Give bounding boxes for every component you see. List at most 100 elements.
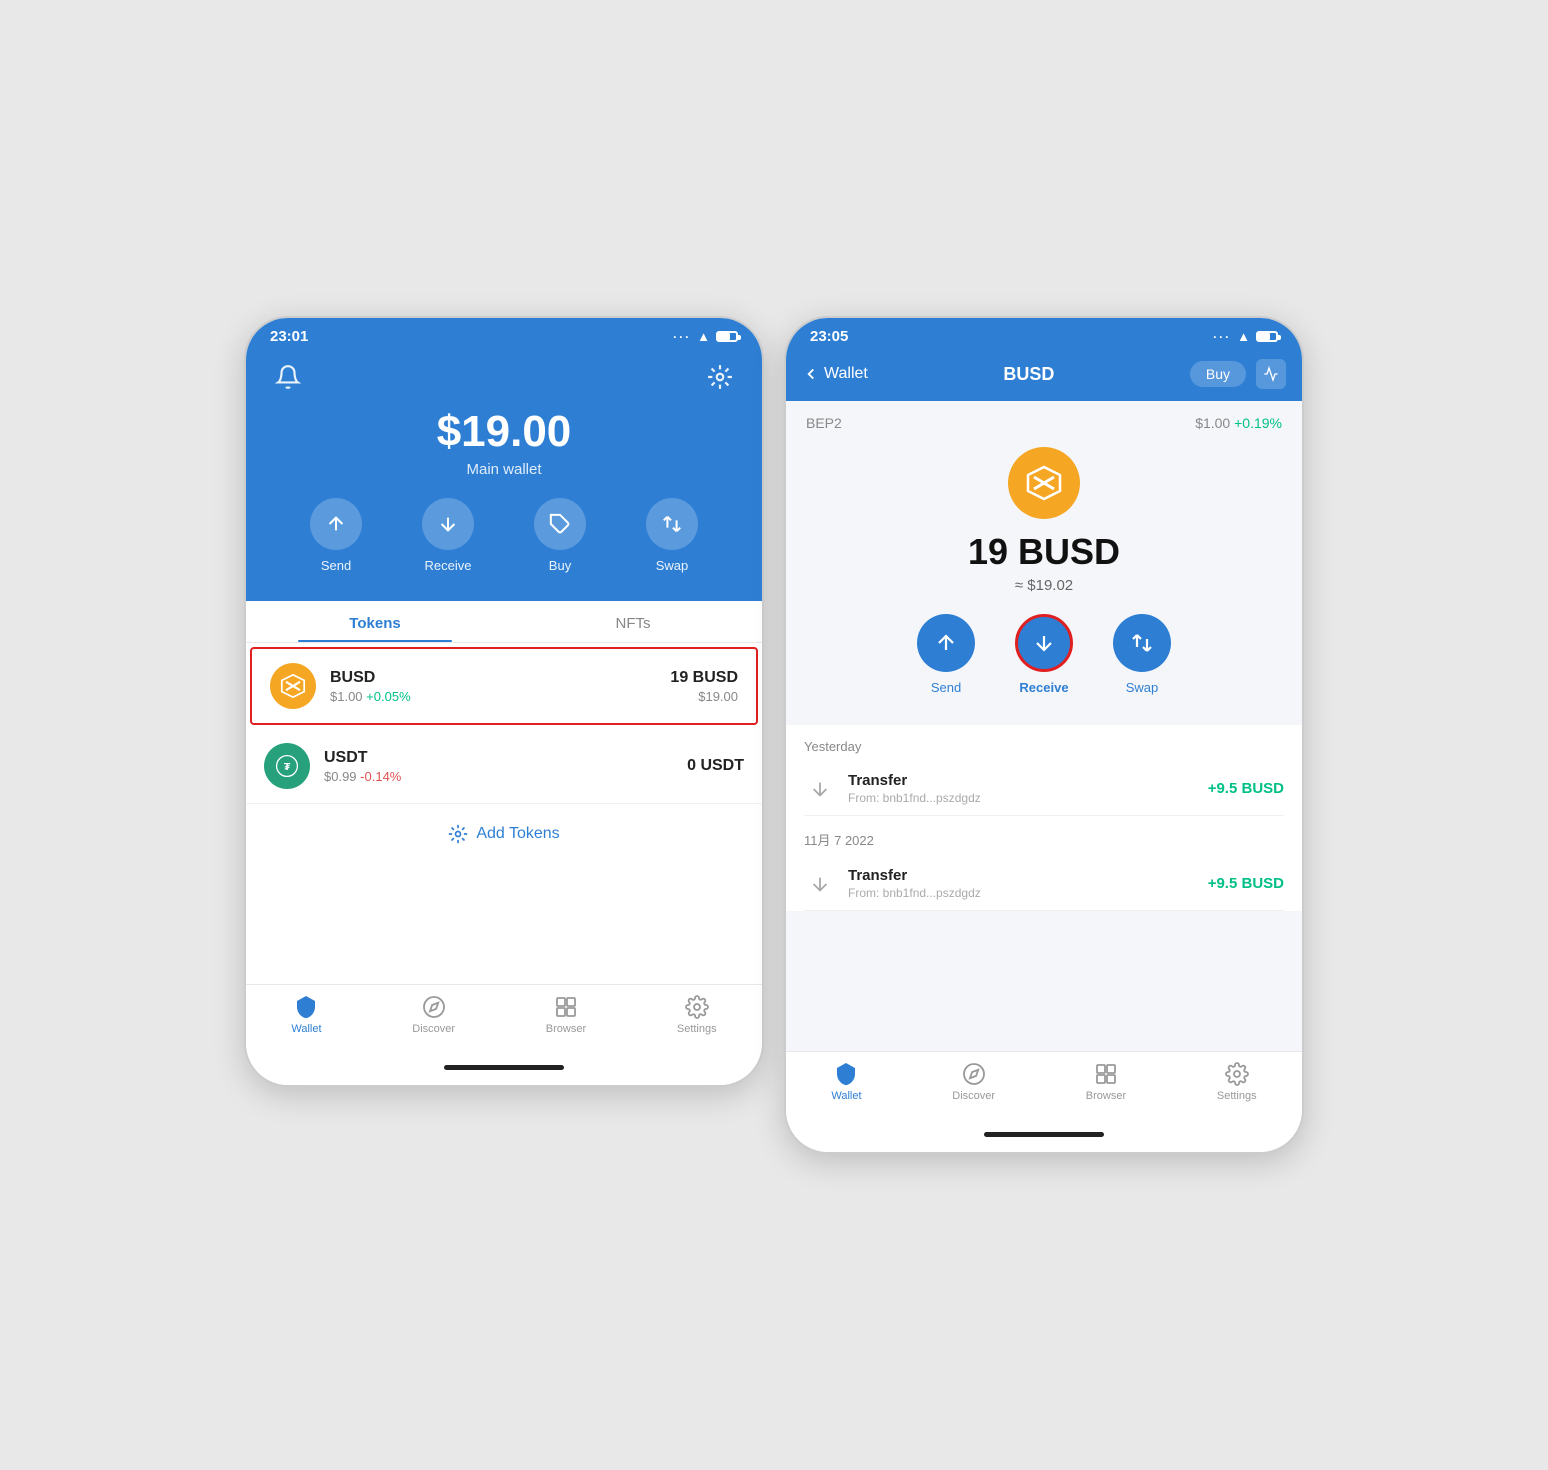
- tx-from-1: From: bnb1fnd...pszdgdz: [848, 791, 1196, 805]
- tab-tokens[interactable]: Tokens: [246, 601, 504, 642]
- coin-price-info: $1.00 +0.19%: [1195, 415, 1282, 431]
- home-indicator-2: [786, 1118, 1302, 1152]
- usdt-name: USDT: [324, 749, 687, 767]
- coin-amount: 19 BUSD: [968, 531, 1120, 573]
- time-1: 23:01: [270, 328, 308, 345]
- header-icons: [270, 359, 738, 395]
- nav-browser-1[interactable]: Browser: [546, 995, 586, 1035]
- bottom-nav-1: Wallet Discover Browser: [246, 984, 762, 1051]
- tx-date-yesterday: Yesterday: [804, 725, 1284, 762]
- back-label: Wallet: [824, 365, 868, 383]
- coin-receive-circle: [1015, 614, 1073, 672]
- usdt-price: $0.99 -0.14%: [324, 769, 687, 784]
- tx-info-2: Transfer From: bnb1fnd...pszdgdz: [848, 867, 1196, 900]
- nav-discover-1[interactable]: Discover: [412, 995, 455, 1035]
- coin-receive-label: Receive: [1019, 680, 1068, 695]
- tx-item-2[interactable]: Transfer From: bnb1fnd...pszdgdz +9.5 BU…: [804, 857, 1284, 911]
- coin-usd-approx: ≈ $19.02: [1015, 577, 1073, 594]
- signal-icon-2: ···: [1213, 330, 1231, 344]
- screen2-busd: 23:05 ··· ▲ Wallet BUSD Buy: [784, 316, 1304, 1154]
- nav-discover-2[interactable]: Discover: [952, 1062, 995, 1102]
- tx-receive-icon-2: [804, 868, 836, 900]
- tx-item-1[interactable]: Transfer From: bnb1fnd...pszdgdz +9.5 BU…: [804, 762, 1284, 816]
- busd-name: BUSD: [330, 669, 670, 687]
- content-spacer: [246, 864, 762, 984]
- token-item-busd[interactable]: BUSD $1.00 +0.05% 19 BUSD $19.00: [250, 647, 758, 725]
- usdt-balance: 0 USDT: [687, 757, 744, 775]
- nav-browser-2[interactable]: Browser: [1086, 1062, 1126, 1102]
- coin-logo: [1008, 447, 1080, 519]
- page-title: BUSD: [1003, 364, 1054, 385]
- battery-icon-2: [1256, 331, 1278, 342]
- nav-wallet-1[interactable]: Wallet: [291, 995, 321, 1035]
- swap-circle: [646, 498, 698, 550]
- busd-header: Wallet BUSD Buy: [786, 351, 1302, 401]
- coin-swap-btn[interactable]: Swap: [1113, 614, 1171, 695]
- busd-icon: [270, 663, 316, 709]
- busd-info: BUSD $1.00 +0.05%: [330, 669, 670, 704]
- status-icons-2: ··· ▲: [1213, 329, 1278, 344]
- nav-browser-label-2: Browser: [1086, 1090, 1126, 1102]
- tx-info-1: Transfer From: bnb1fnd...pszdgdz: [848, 772, 1196, 805]
- action-buttons: Send Receive: [270, 498, 738, 573]
- nav-wallet-2[interactable]: Wallet: [831, 1062, 861, 1102]
- add-tokens-btn[interactable]: Add Tokens: [246, 804, 762, 864]
- send-circle: [310, 498, 362, 550]
- tabs-bar: Tokens NFTs: [246, 601, 762, 643]
- nav-wallet-label-2: Wallet: [831, 1090, 861, 1102]
- buy-btn[interactable]: Buy: [534, 498, 586, 573]
- tab-nfts[interactable]: NFTs: [504, 601, 762, 642]
- busd-amount: 19 BUSD: [670, 669, 738, 687]
- nav-browser-label-1: Browser: [546, 1023, 586, 1035]
- tx-title-1: Transfer: [848, 772, 1196, 789]
- settings-icon[interactable]: [702, 359, 738, 395]
- status-icons-1: ··· ▲: [673, 329, 738, 344]
- swap-btn[interactable]: Swap: [646, 498, 698, 573]
- coin-swap-label: Swap: [1126, 680, 1159, 695]
- coin-receive-btn[interactable]: Receive: [1015, 614, 1073, 695]
- coin-network: BEP2: [806, 415, 842, 431]
- busd-usd: $19.00: [670, 689, 738, 704]
- receive-btn[interactable]: Receive: [422, 498, 474, 573]
- coin-meta: BEP2 $1.00 +0.19%: [806, 415, 1282, 431]
- swap-label: Swap: [656, 558, 689, 573]
- tx-amount-1: +9.5 BUSD: [1208, 780, 1284, 797]
- coin-send-circle: [917, 614, 975, 672]
- bottom-nav-2: Wallet Discover Browser: [786, 1051, 1302, 1118]
- nav-settings-1[interactable]: Settings: [677, 995, 717, 1035]
- tx-title-2: Transfer: [848, 867, 1196, 884]
- busd-balance: 19 BUSD $19.00: [670, 669, 738, 704]
- back-button[interactable]: Wallet: [802, 365, 868, 383]
- receive-circle: [422, 498, 474, 550]
- send-btn[interactable]: Send: [310, 498, 362, 573]
- content-spacer-2: [786, 911, 1302, 1051]
- nav-discover-label-2: Discover: [952, 1090, 995, 1102]
- token-list: BUSD $1.00 +0.05% 19 BUSD $19.00 ₮: [246, 647, 762, 804]
- coin-send-btn[interactable]: Send: [917, 614, 975, 695]
- usdt-icon: ₮: [264, 743, 310, 789]
- signal-icon-1: ···: [673, 330, 691, 344]
- svg-text:₮: ₮: [284, 762, 291, 773]
- tx-date-2: 11月 7 2022: [804, 816, 1284, 857]
- screen1-wallet: 23:01 ··· ▲: [244, 316, 764, 1087]
- status-bar-1: 23:01 ··· ▲: [246, 318, 762, 351]
- bell-icon[interactable]: [270, 359, 306, 395]
- transactions: Yesterday Transfer From: bnb1fnd...pszdg…: [786, 725, 1302, 911]
- coin-swap-circle: [1113, 614, 1171, 672]
- tx-receive-icon-1: [804, 773, 836, 805]
- buy-button-small[interactable]: Buy: [1190, 361, 1246, 387]
- usdt-info: USDT $0.99 -0.14%: [324, 749, 687, 784]
- nav-settings-label-2: Settings: [1217, 1090, 1257, 1102]
- coin-send-label: Send: [931, 680, 961, 695]
- nav-settings-2[interactable]: Settings: [1217, 1062, 1257, 1102]
- wifi-icon-1: ▲: [697, 329, 710, 344]
- wifi-icon-2: ▲: [1237, 329, 1250, 344]
- tx-from-2: From: bnb1fnd...pszdgdz: [848, 886, 1196, 900]
- token-item-usdt[interactable]: ₮ USDT $0.99 -0.14% 0 USDT: [246, 729, 762, 804]
- coin-detail: BEP2 $1.00 +0.19% 19 BUSD ≈ $19.02: [786, 401, 1302, 725]
- nav-settings-label-1: Settings: [677, 1023, 717, 1035]
- tx-amount-2: +9.5 BUSD: [1208, 875, 1284, 892]
- chart-icon[interactable]: [1256, 359, 1286, 389]
- nav-wallet-label-1: Wallet: [291, 1023, 321, 1035]
- balance-section: $19.00 Main wallet: [270, 407, 738, 478]
